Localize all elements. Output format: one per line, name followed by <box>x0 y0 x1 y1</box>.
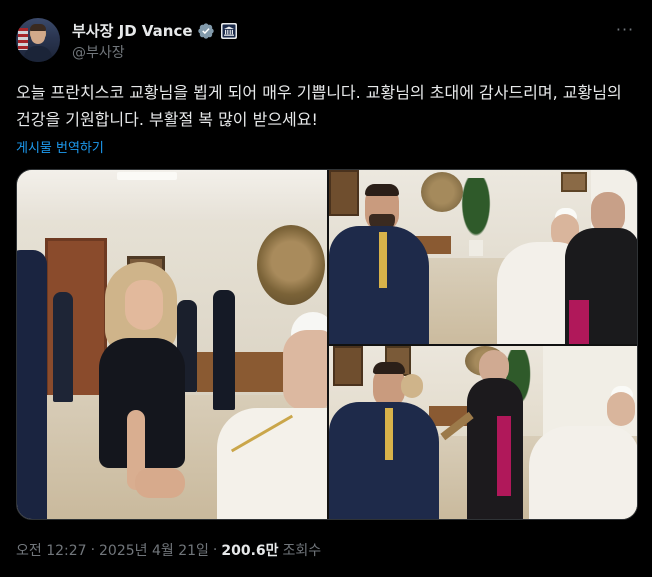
tweet-header: 부사장 JD Vance @부사장 ··· <box>16 16 636 64</box>
bg-person-3 <box>213 290 235 410</box>
woman-hair <box>401 374 423 398</box>
translate-post-link[interactable]: 게시물 번역하기 <box>16 137 104 156</box>
meta-separator: · <box>90 542 96 558</box>
wall-medallion <box>257 225 325 305</box>
government-building-icon[interactable] <box>220 22 237 39</box>
pope-head <box>283 330 327 410</box>
media-grid <box>16 169 638 520</box>
tweet-date[interactable]: 2025년 4월 21일 <box>99 540 209 560</box>
meta-separator: · <box>212 542 218 558</box>
vance-tie <box>385 408 393 460</box>
tweet-time[interactable]: 오전 12:27 <box>16 540 87 560</box>
plant-pot <box>469 240 483 256</box>
views-label[interactable]: 조회수 <box>283 540 322 560</box>
wall-medallion <box>421 172 463 212</box>
tweet-meta: 오전 12:27 · 2025년 4월 21일 · 200.6만 조회수 <box>16 540 321 560</box>
bg-person-1 <box>53 292 73 402</box>
suited-man-left <box>17 250 47 519</box>
avatar-suit <box>24 46 52 62</box>
woman-face <box>125 280 163 330</box>
tweet-text: 오늘 프란치스코 교황님을 뵙게 되어 매우 기쁩니다. 교황님의 초대에 감사… <box>16 83 622 129</box>
vance-hair <box>373 362 405 374</box>
verified-badge-icon[interactable] <box>197 22 215 40</box>
pope-robe <box>529 426 637 519</box>
avatar-flag <box>18 28 28 50</box>
views-count[interactable]: 200.6만 <box>221 540 278 560</box>
photo-3[interactable] <box>329 346 637 519</box>
shaking-hands <box>135 468 185 498</box>
vance-tie <box>379 232 387 288</box>
avatar[interactable] <box>16 18 60 62</box>
photo-2[interactable] <box>329 170 637 344</box>
more-options-icon[interactable]: ··· <box>614 20 636 40</box>
display-name[interactable]: 부사장 JD Vance <box>72 20 193 41</box>
pope-head <box>607 392 635 426</box>
cleric-sash <box>569 300 589 344</box>
name-row: 부사장 JD Vance <box>72 20 237 41</box>
cardinal-cassock <box>467 378 523 519</box>
user-handle[interactable]: @부사장 <box>72 42 125 62</box>
painting-left <box>333 346 363 386</box>
plant <box>459 178 493 242</box>
painting-left <box>329 170 359 216</box>
painting-right <box>561 172 587 192</box>
ceiling-light <box>117 172 177 180</box>
avatar-hair <box>30 24 46 31</box>
cardinal-sash <box>497 416 511 496</box>
vance-hair <box>365 184 399 196</box>
vance-suit <box>329 402 439 519</box>
photo-1[interactable] <box>17 170 327 519</box>
